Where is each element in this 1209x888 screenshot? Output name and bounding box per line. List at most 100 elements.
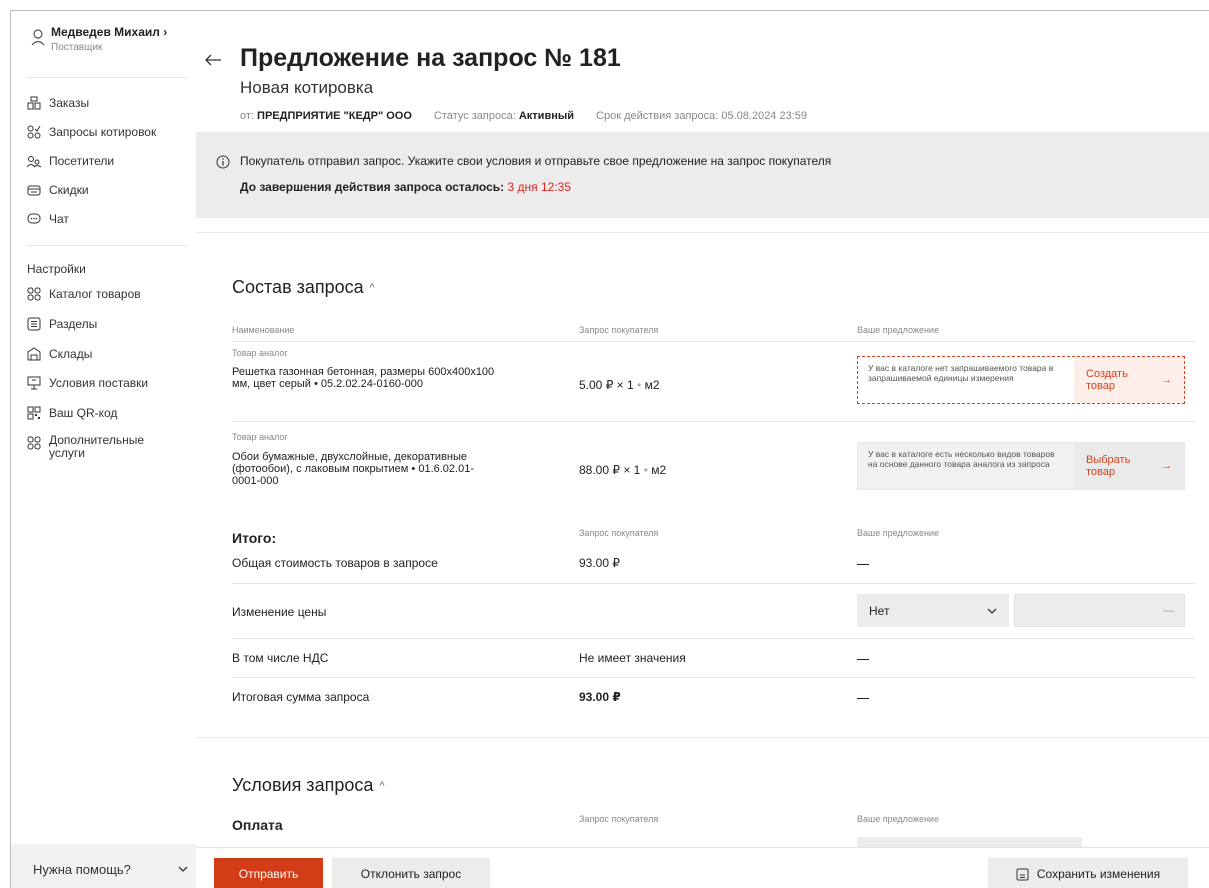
sidebar-item-warehouses[interactable]: Склады — [27, 347, 92, 361]
save-changes-button[interactable]: Сохранить изменения — [988, 858, 1188, 888]
sidebar-item-quote-requests[interactable]: Запросы котировок — [27, 125, 156, 139]
create-product-button[interactable]: Создать товар → — [1074, 357, 1184, 403]
expiry-value: 05.08.2024 23:59 — [721, 110, 808, 122]
timer-label: До завершения действия запроса осталось: — [240, 180, 505, 194]
chevron-up-icon: ^ — [379, 779, 385, 792]
visitors-icon — [27, 156, 41, 168]
main-content: Предложение на запрос № 181 Новая котиро… — [196, 11, 1209, 888]
chevron-up-icon: ^ — [369, 281, 375, 294]
column-header-offer: Ваше предложение — [857, 814, 939, 824]
request-multiplier: × 1 — [616, 378, 634, 392]
request-card: Состав запроса ^ Наименование Запрос пок… — [196, 232, 1209, 752]
quote-requests-icon — [27, 125, 41, 139]
sidebar-item-label: Скидки — [49, 183, 89, 197]
user-profile[interactable]: Медведев Михаил › Поставщик — [31, 25, 167, 53]
arrow-right-icon: → — [1161, 374, 1172, 386]
notice-text: Покупатель отправил запрос. Укажите свои… — [240, 154, 832, 168]
sidebar-item-label: Разделы — [49, 317, 98, 331]
composition-section-title[interactable]: Состав запроса ^ — [232, 277, 375, 298]
composition-title: Состав запроса — [232, 277, 364, 297]
price-change-select-value: Нет — [869, 603, 890, 618]
notice-banner: Покупатель отправил запрос. Укажите свои… — [196, 132, 1209, 218]
user-icon — [31, 29, 45, 46]
create-product-label: Создать товар — [1086, 368, 1128, 392]
row-tag: Товар аналог — [232, 432, 288, 442]
empty-value-dash — [857, 564, 869, 565]
divider — [27, 77, 187, 78]
divider — [232, 341, 1195, 342]
sidebar-item-orders[interactable]: Заказы — [27, 96, 89, 110]
sidebar-item-label: Посетители — [49, 154, 115, 168]
sidebar-item-visitors[interactable]: Посетители — [27, 154, 114, 168]
expiry-label: Срок действия запроса: — [596, 110, 719, 122]
sidebar: Медведев Михаил › Поставщик Заказы Запро… — [11, 11, 196, 888]
notice-timer: До завершения действия запроса осталось:… — [240, 180, 571, 194]
sidebar-item-discounts[interactable]: Скидки — [27, 183, 89, 197]
price-change-select[interactable]: Нет — [857, 594, 1009, 627]
user-name: Медведев Михаил — [51, 25, 160, 39]
total-cost-label: Общая стоимость товаров в запросе — [232, 556, 438, 570]
help-section[interactable]: Нужна помощь? — [11, 844, 196, 888]
chevron-down-icon — [987, 608, 997, 614]
sidebar-item-chat[interactable]: Чат — [27, 212, 69, 226]
sidebar-item-label: Склады — [49, 347, 93, 361]
choose-product-label: Выбрать товар — [1086, 454, 1131, 478]
column-header-request: Запрос покупателя — [579, 528, 659, 538]
qr-code-icon — [27, 406, 41, 420]
page-title: Предложение на запрос № 181 — [240, 44, 621, 72]
choose-product-button[interactable]: Выбрать товар → — [1074, 443, 1184, 489]
save-changes-label: Сохранить изменения — [1036, 867, 1161, 881]
discounts-icon — [27, 185, 41, 196]
reject-request-button[interactable]: Отклонить запрос — [332, 858, 490, 888]
app-window: Медведев Михаил › Поставщик Заказы Запро… — [10, 10, 1209, 888]
request-unit: м2 — [644, 378, 660, 392]
column-header-request: Запрос покупателя — [579, 325, 659, 335]
back-arrow-icon[interactable] — [204, 53, 222, 67]
sidebar-item-delivery-terms[interactable]: Условия поставки — [27, 376, 148, 390]
request-multiplier: × 1 — [623, 463, 641, 477]
request-price: 88.00 ₽ — [579, 463, 620, 477]
offer-message: У вас в каталоге есть несколько видов то… — [868, 449, 1055, 469]
request-quantity: 5.00 ₽ × 1 • м2 — [579, 378, 660, 392]
column-header-name: Наименование — [232, 325, 295, 335]
request-quantity: 88.00 ₽ × 1 • м2 — [579, 463, 667, 477]
vat-label: В том числе НДС — [232, 651, 329, 665]
divider — [232, 583, 1195, 584]
conditions-section-title[interactable]: Условия запроса ^ — [232, 775, 385, 796]
sidebar-item-qr-code[interactable]: Ваш QR-код — [27, 406, 117, 420]
catalog-icon — [27, 287, 41, 301]
empty-value-dash — [857, 698, 869, 699]
offer-box: У вас в каталоге есть несколько видов то… — [857, 442, 1185, 490]
page-subtitle: Новая котировка — [240, 78, 374, 97]
divider — [232, 638, 1195, 639]
help-label: Нужна помощь? — [33, 862, 131, 877]
divider — [232, 421, 1195, 422]
sidebar-item-sections[interactable]: Разделы — [27, 317, 97, 331]
sidebar-item-catalog[interactable]: Каталог товаров — [27, 287, 141, 301]
chevron-down-icon — [178, 866, 188, 872]
total-cost-value: 93.00 ₽ — [579, 556, 620, 570]
send-button[interactable]: Отправить — [214, 858, 323, 888]
price-change-input-value: — — [1163, 604, 1174, 617]
final-sum-label: Итоговая сумма запроса — [232, 690, 370, 704]
action-bar: Отправить Отклонить запрос Сохранить изм… — [196, 847, 1209, 888]
orders-icon — [27, 96, 41, 110]
sidebar-item-label: Запросы котировок — [49, 125, 157, 139]
arrow-right-icon: → — [1161, 460, 1172, 472]
divider — [196, 737, 1209, 738]
conditions-title: Условия запроса — [232, 775, 374, 795]
sidebar-item-label: Дополнительные услуги — [49, 433, 144, 460]
empty-value-dash — [857, 659, 869, 660]
info-icon — [216, 155, 230, 169]
column-header-request: Запрос покупателя — [579, 814, 659, 824]
status-label: Статус запроса: — [433, 110, 516, 122]
price-change-input[interactable]: — — [1014, 594, 1185, 627]
totals-title: Итого: — [232, 530, 277, 546]
timer-value: 3 дня 12:35 — [507, 180, 572, 194]
sidebar-item-extra-services[interactable]: Дополнительные услуги — [27, 433, 144, 460]
sidebar-item-label: Ваш QR-код — [49, 406, 118, 420]
divider — [232, 677, 1195, 678]
product-name: Обои бумажные, двухслойные, декоративные… — [232, 451, 474, 487]
request-meta: от: ПРЕДПРИЯТИЕ "КЕДР" ООО Статус запрос… — [240, 110, 807, 122]
column-header-offer: Ваше предложение — [857, 325, 939, 335]
